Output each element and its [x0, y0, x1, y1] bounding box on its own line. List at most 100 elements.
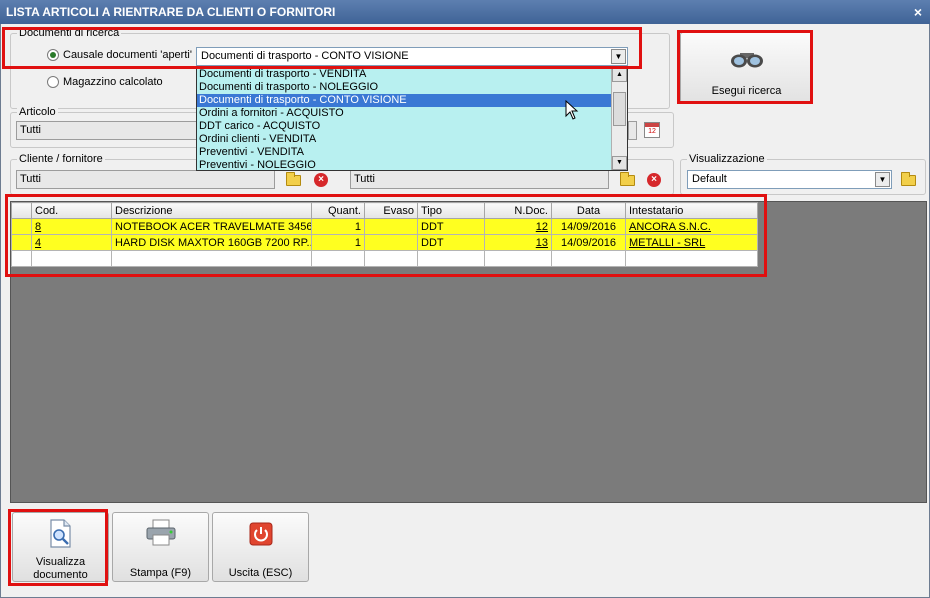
- table-row[interactable]: 8 NOTEBOOK ACER TRAVELMATE 3456 1 DDT 12…: [11, 218, 758, 235]
- folder-icon: [619, 171, 635, 186]
- cell-ndoc-link[interactable]: 12: [484, 218, 552, 235]
- scroll-down-icon[interactable]: ▼: [612, 156, 627, 170]
- dropdown-option[interactable]: Ordini a fornitori - ACQUISTO: [197, 107, 627, 120]
- view-document-label-1: Visualizza: [35, 556, 86, 568]
- dropdown-option[interactable]: Preventivi - NOLEGGIO: [197, 159, 627, 170]
- cliente-browse-button[interactable]: [283, 170, 303, 190]
- empty-cell[interactable]: [311, 250, 365, 267]
- articolo-label: Articolo: [17, 106, 58, 118]
- exit-button[interactable]: Uscita (ESC): [212, 512, 309, 582]
- col-header-cod[interactable]: Cod.: [31, 202, 112, 219]
- folder-icon: [900, 171, 916, 186]
- cell-intestatario-link[interactable]: ANCORA S.N.C.: [625, 218, 758, 235]
- cell-cod-link[interactable]: 8: [31, 218, 112, 235]
- second-filter-field[interactable]: Tutti: [350, 170, 609, 189]
- dropdown-option[interactable]: Documenti di trasporto - VENDITA: [197, 68, 627, 81]
- printer-icon: [146, 519, 175, 546]
- chevron-down-icon[interactable]: ▼: [875, 172, 890, 187]
- empty-cell[interactable]: [551, 250, 626, 267]
- clear-icon: ×: [647, 173, 661, 187]
- radio-warehouse[interactable]: Magazzino calcolato: [47, 76, 163, 88]
- cell-descrizione: NOTEBOOK ACER TRAVELMATE 3456: [111, 218, 312, 235]
- cell-ndoc-link[interactable]: 13: [484, 234, 552, 251]
- table-row-empty[interactable]: [11, 250, 758, 267]
- second-clear-button[interactable]: ×: [644, 170, 664, 190]
- col-header-descrizione[interactable]: Descrizione: [111, 202, 312, 219]
- row-selector[interactable]: [11, 218, 32, 235]
- dropdown-option[interactable]: Ordini clienti - VENDITA: [197, 133, 627, 146]
- dropdown-option-selected[interactable]: Documenti di trasporto - CONTO VISIONE: [197, 94, 627, 107]
- power-icon: [249, 522, 272, 546]
- visualizzazione-label: Visualizzazione: [687, 153, 767, 165]
- view-document-button[interactable]: Visualizza documento: [12, 512, 109, 582]
- folder-icon: [285, 171, 301, 186]
- empty-cell[interactable]: [111, 250, 312, 267]
- visualizzazione-select[interactable]: Default ▼: [687, 170, 892, 189]
- cliente-clear-button[interactable]: ×: [311, 170, 331, 190]
- second-browse-button[interactable]: [617, 170, 637, 190]
- visualizzazione-value: Default: [692, 173, 727, 185]
- col-header-tipo[interactable]: Tipo: [417, 202, 485, 219]
- radio-open-causale-button[interactable]: [47, 49, 59, 61]
- empty-cell[interactable]: [364, 250, 418, 267]
- dropdown-scrollbar[interactable]: ▲ ▼: [611, 68, 627, 170]
- articolo-date-field[interactable]: [628, 121, 637, 140]
- causale-select-value: Documenti di trasporto - CONTO VISIONE: [201, 50, 409, 62]
- print-icon-wrap: [113, 519, 208, 549]
- col-header-quant[interactable]: Quant.: [311, 202, 365, 219]
- chevron-down-icon[interactable]: ▼: [611, 49, 626, 64]
- clear-icon: ×: [314, 173, 328, 187]
- row-selector[interactable]: [11, 234, 32, 251]
- close-icon[interactable]: ×: [914, 0, 922, 24]
- binoculars-icon: [731, 53, 763, 68]
- title-bar: LISTA ARTICOLI A RIENTRARE DA CLIENTI O …: [0, 0, 930, 24]
- scroll-up-icon[interactable]: ▲: [612, 68, 627, 82]
- calendar-icon: 12: [644, 122, 660, 138]
- cell-quant: 1: [311, 218, 365, 235]
- table-row[interactable]: 4 HARD DISK MAXTOR 160GB 7200 RP... 1 DD…: [11, 234, 758, 251]
- row-selector[interactable]: [11, 250, 32, 267]
- document-search-icon: [49, 519, 71, 548]
- empty-cell[interactable]: [417, 250, 485, 267]
- causale-select[interactable]: Documenti di trasporto - CONTO VISIONE ▼: [196, 47, 628, 66]
- empty-cell[interactable]: [31, 250, 112, 267]
- view-document-icon-wrap: [13, 519, 108, 549]
- results-grid-area: Cod. Descrizione Quant. Evaso Tipo N.Doc…: [10, 201, 927, 503]
- dropdown-option[interactable]: Documenti di trasporto - NOLEGGIO: [197, 81, 627, 94]
- causale-dropdown-list[interactable]: Documenti di trasporto - VENDITA Documen…: [196, 67, 628, 171]
- calendar-button[interactable]: 12: [642, 120, 662, 140]
- dropdown-option[interactable]: Preventivi - VENDITA: [197, 146, 627, 159]
- cell-intestatario-link[interactable]: METALLI - SRL: [625, 234, 758, 251]
- cliente-field[interactable]: Tutti: [16, 170, 275, 189]
- col-header-evaso[interactable]: Evaso: [364, 202, 418, 219]
- results-table: Cod. Descrizione Quant. Evaso Tipo N.Doc…: [11, 202, 758, 267]
- cell-cod-link[interactable]: 4: [31, 234, 112, 251]
- view-document-label-2: documento: [33, 569, 88, 581]
- main-window: Documenti di ricerca Causale documenti '…: [0, 24, 930, 598]
- cell-evaso: [364, 234, 418, 251]
- radio-warehouse-label: Magazzino calcolato: [63, 76, 163, 88]
- visualizzazione-browse-button[interactable]: [898, 170, 918, 190]
- radio-open-causale[interactable]: Causale documenti 'aperti': [47, 49, 192, 61]
- empty-cell[interactable]: [625, 250, 758, 267]
- cell-data: 14/09/2016: [551, 218, 626, 235]
- table-header-row: Cod. Descrizione Quant. Evaso Tipo N.Doc…: [11, 202, 758, 219]
- print-button-label: Stampa (F9): [129, 567, 192, 579]
- col-header-intestatario[interactable]: Intestatario: [625, 202, 758, 219]
- search-button[interactable]: Esegui ricerca: [680, 32, 813, 103]
- print-button[interactable]: Stampa (F9): [112, 512, 209, 582]
- radio-warehouse-button[interactable]: [47, 76, 59, 88]
- row-selector-header: [11, 202, 32, 219]
- exit-icon-wrap: [213, 519, 308, 549]
- empty-cell[interactable]: [484, 250, 552, 267]
- window-title: LISTA ARTICOLI A RIENTRARE DA CLIENTI O …: [6, 5, 336, 19]
- mouse-cursor-icon: [565, 100, 579, 120]
- cell-tipo: DDT: [417, 218, 485, 235]
- scroll-thumb[interactable]: [613, 92, 626, 126]
- col-header-ndoc[interactable]: N.Doc.: [484, 202, 552, 219]
- search-button-label: Esegui ricerca: [711, 85, 782, 97]
- col-header-data[interactable]: Data: [551, 202, 626, 219]
- cell-quant: 1: [311, 234, 365, 251]
- dropdown-option[interactable]: DDT carico - ACQUISTO: [197, 120, 627, 133]
- cell-descrizione: HARD DISK MAXTOR 160GB 7200 RP...: [111, 234, 312, 251]
